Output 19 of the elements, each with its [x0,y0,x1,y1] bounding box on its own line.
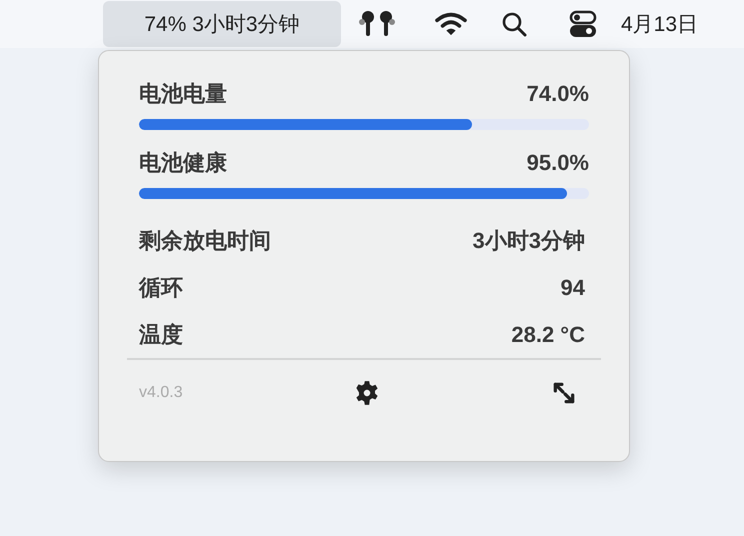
stat-label: 剩余放电时间 [139,226,271,254]
settings-icon[interactable] [354,380,380,406]
stat-label: 温度 [139,320,183,348]
meter-label: 电池电量 [139,80,227,108]
search-icon[interactable] [501,11,527,37]
control-center-icon[interactable] [569,10,597,38]
menu-bar-date: 4月13日 [621,12,698,38]
stat-value: 3小时3分钟 [472,226,585,254]
stat-label: 循环 [139,274,183,302]
earbuds-icon[interactable] [358,10,396,38]
stat-value: 94 [560,274,585,300]
meter-value: 95.0% [526,150,589,176]
meter-value: 74.0% [526,81,589,107]
version-label: v4.0.3 [139,384,183,402]
battery-status-menu-item[interactable]: 74% 3小时3分钟 [103,1,341,47]
expand-icon[interactable] [551,380,577,406]
stat-value: 28.2 °C [511,322,585,348]
wifi-icon[interactable] [434,11,468,37]
meter-label: 电池健康 [139,149,227,177]
